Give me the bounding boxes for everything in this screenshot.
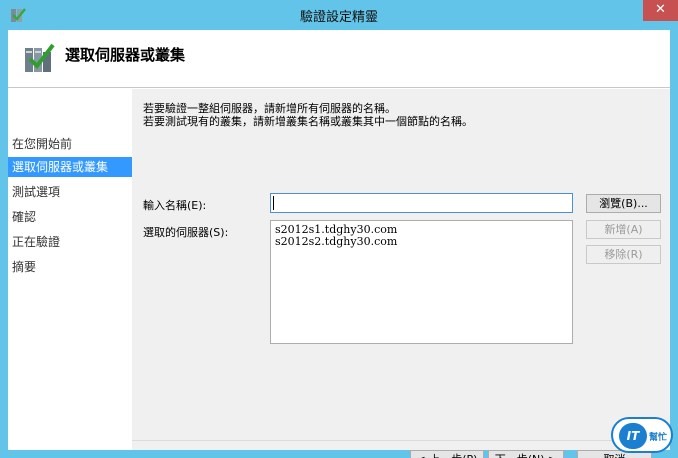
ithome-watermark-logo: IT 幫忙: [611, 417, 673, 453]
name-label: 輸入名稱(E):: [143, 199, 207, 212]
instructions-line-2: 若要測試現有的叢集，請新增叢集名稱或叢集其中一個節點的名稱。: [143, 115, 473, 128]
divider: [132, 440, 670, 441]
remove-button[interactable]: 移除(R): [586, 245, 661, 264]
text-caret: [273, 196, 274, 210]
watermark-text: 幫忙: [649, 433, 668, 443]
selected-servers-list[interactable]: s2012s1.tdghy30.com s2012s2.tdghy30.com: [270, 220, 573, 344]
list-item[interactable]: s2012s2.tdghy30.com: [275, 236, 568, 248]
wizard-content: 若要驗證一整組伺服器，請新增所有伺服器的名稱。 若要測試現有的叢集，請新增叢集名…: [132, 89, 670, 458]
add-button[interactable]: 新增(A): [586, 220, 661, 239]
selected-servers-label: 選取的伺服器(S):: [143, 226, 229, 239]
title-bar[interactable]: 驗證設定精靈 ✕: [0, 0, 678, 30]
back-button[interactable]: < 上一步(P): [410, 450, 484, 458]
nav-item-validating[interactable]: 正在驗證: [8, 232, 132, 252]
nav-item-select-servers[interactable]: 選取伺服器或叢集: [8, 157, 132, 177]
watermark-it-badge: IT: [619, 423, 647, 449]
page-title: 選取伺服器或叢集: [65, 46, 186, 64]
cluster-validate-icon: [25, 43, 55, 72]
nav-item-testing-options[interactable]: 測試選項: [8, 182, 132, 202]
close-button[interactable]: ✕: [643, 0, 678, 21]
wizard-client: 選取伺服器或叢集 在您開始前 選取伺服器或叢集 測試選項 確認 正在驗證 摘要 …: [8, 30, 670, 458]
window-title: 驗證設定精靈: [299, 10, 378, 25]
next-button[interactable]: 下一步(N) >: [488, 450, 564, 458]
nav-item-before-you-begin[interactable]: 在您開始前: [8, 134, 132, 154]
wizard-nav: 在您開始前 選取伺服器或叢集 測試選項 確認 正在驗證 摘要: [8, 89, 132, 450]
wizard-window: 驗證設定精靈 ✕ 選取伺服器或叢集 在您開始前 選取伺服器或叢集 測試選項 確認…: [0, 0, 678, 458]
nav-item-confirmation[interactable]: 確認: [8, 207, 132, 227]
server-name-input[interactable]: [270, 193, 573, 213]
wizard-header: 選取伺服器或叢集: [8, 30, 670, 88]
nav-item-summary[interactable]: 摘要: [8, 257, 132, 277]
instructions: 若要驗證一整組伺服器，請新增所有伺服器的名稱。 若要測試現有的叢集，請新增叢集名…: [143, 102, 473, 128]
instructions-line-1: 若要驗證一整組伺服器，請新增所有伺服器的名稱。: [143, 102, 396, 115]
browse-button[interactable]: 瀏覽(B)...: [586, 194, 661, 213]
